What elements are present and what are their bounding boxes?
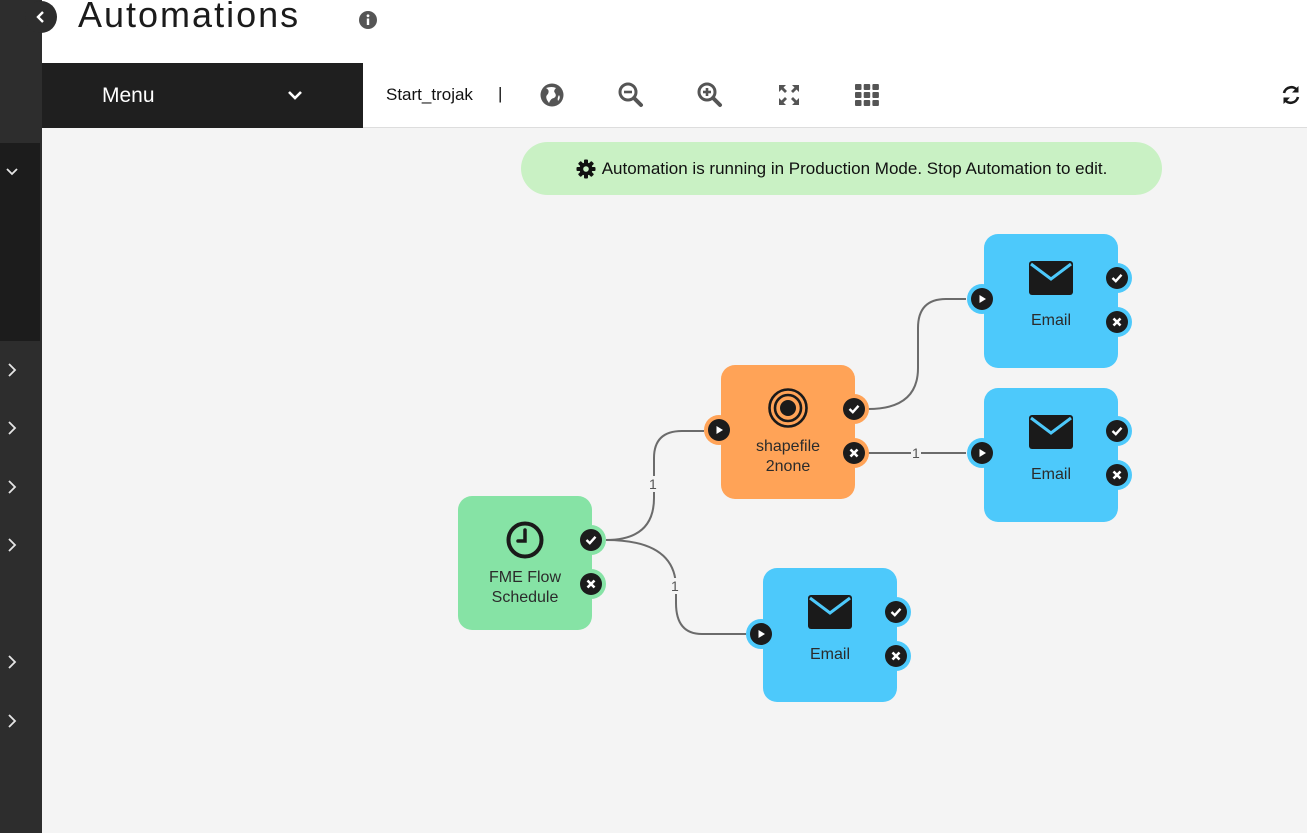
clock-icon <box>506 521 544 559</box>
fit-screen-icon[interactable] <box>775 81 803 109</box>
zoom-out-icon[interactable] <box>617 81 645 109</box>
automation-name: Start_trojak <box>386 85 473 104</box>
failure-port[interactable] <box>881 641 911 671</box>
input-port[interactable] <box>704 415 734 445</box>
envelope-icon <box>808 595 852 629</box>
check-icon <box>585 536 597 545</box>
sidebar-chevron-right-icon[interactable] <box>0 475 24 499</box>
sidebar-chevron-right-icon[interactable] <box>0 358 24 382</box>
close-icon <box>891 651 901 661</box>
play-icon <box>979 295 986 303</box>
toolbar-separator: | <box>498 84 503 103</box>
success-port[interactable] <box>881 597 911 627</box>
workflow-canvas[interactable]: 1 1 1 FME Flow Schedule shapefile 2none … <box>42 128 1307 833</box>
sidebar-chevron-down-icon[interactable] <box>0 159 24 183</box>
node-label: 2none <box>765 458 811 475</box>
play-icon <box>758 630 765 638</box>
input-port[interactable] <box>746 619 776 649</box>
workspace-toolbar: Start_trojak | <box>363 63 1307 128</box>
edge-label: 1 <box>648 476 658 492</box>
success-port[interactable] <box>839 394 869 424</box>
chevron-down-icon <box>288 91 302 100</box>
check-icon <box>890 608 902 617</box>
envelope-icon <box>1029 261 1073 295</box>
sidebar-chevron-right-icon[interactable] <box>0 650 24 674</box>
target-icon <box>768 388 808 428</box>
globe-icon[interactable] <box>538 81 566 109</box>
failure-port[interactable] <box>1102 307 1132 337</box>
node-label: Schedule <box>491 589 559 606</box>
chevron-left-icon <box>36 11 44 23</box>
sidebar-chevron-right-icon[interactable] <box>0 533 24 557</box>
input-port[interactable] <box>967 438 997 468</box>
left-sidebar <box>0 0 42 833</box>
refresh-icon[interactable] <box>1279 81 1303 109</box>
edge-workspace-success-to-email <box>867 298 966 410</box>
close-icon <box>849 448 859 458</box>
node-label: Email <box>1030 312 1071 329</box>
sidebar-chevron-right-icon[interactable] <box>0 709 24 733</box>
zoom-in-icon[interactable] <box>696 81 724 109</box>
close-icon <box>586 579 596 589</box>
envelope-icon <box>1029 415 1073 449</box>
check-icon <box>1111 427 1123 436</box>
grid-icon[interactable] <box>853 81 881 109</box>
info-icon[interactable] <box>358 10 378 30</box>
page-title: Automations <box>78 0 301 35</box>
node-label: Email <box>809 646 850 663</box>
input-port[interactable] <box>967 284 997 314</box>
play-icon <box>716 426 723 434</box>
play-icon <box>979 449 986 457</box>
node-email[interactable]: Email <box>763 568 897 702</box>
node-fme-flow-schedule[interactable]: FME Flow Schedule <box>458 496 592 630</box>
success-port[interactable] <box>576 525 606 555</box>
close-icon <box>1112 470 1122 480</box>
edge-label: 1 <box>670 578 680 594</box>
edge-label: 1 <box>911 445 921 461</box>
node-email[interactable]: Email <box>984 388 1118 522</box>
node-email[interactable]: Email <box>984 234 1118 368</box>
page-header: Automations <box>42 0 1307 63</box>
failure-port[interactable] <box>839 438 869 468</box>
check-icon <box>1111 274 1123 283</box>
node-label: shapefile <box>755 438 821 455</box>
failure-port[interactable] <box>576 569 606 599</box>
collapse-sidebar-button[interactable] <box>25 1 57 33</box>
node-label: FME Flow <box>489 569 561 586</box>
failure-port[interactable] <box>1102 460 1132 490</box>
check-icon <box>848 405 860 414</box>
menu-dropdown[interactable]: Menu <box>42 63 363 128</box>
success-port[interactable] <box>1102 263 1132 293</box>
success-port[interactable] <box>1102 416 1132 446</box>
menu-label: Menu <box>102 83 155 107</box>
sidebar-chevron-right-icon[interactable] <box>0 416 24 440</box>
node-label: Email <box>1030 466 1071 483</box>
close-icon <box>1112 317 1122 327</box>
node-shapefile2none[interactable]: shapefile 2none <box>721 365 855 499</box>
